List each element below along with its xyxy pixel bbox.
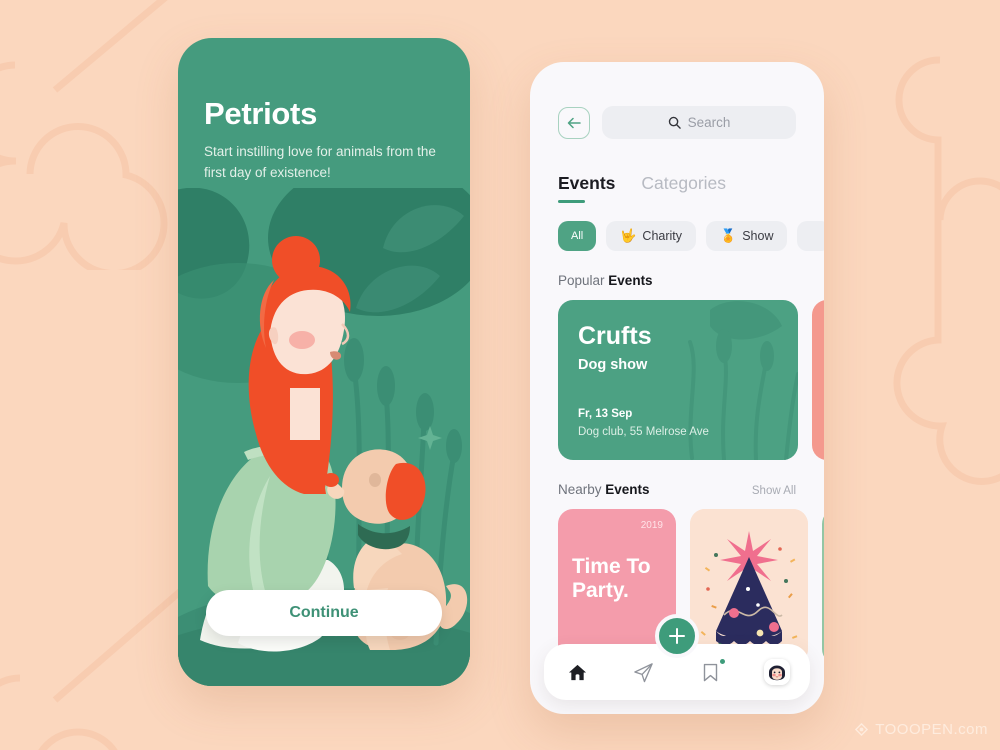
event-card-location: Dog club, 55 Melrose Ave: [578, 426, 709, 438]
event-card-crufts[interactable]: Crufts Dog show Fr, 13 Sep Dog club, 55 …: [558, 300, 798, 460]
nearby-section-title: Nearby Events: [558, 482, 650, 497]
event-card-title: Crufts: [578, 322, 652, 350]
christmas-tree-icon: [690, 509, 808, 664]
nearby-title-bold: Events: [605, 482, 650, 497]
home-icon: [568, 664, 586, 680]
watermark-text: TOOOPEN.com: [875, 721, 988, 738]
show-all-link[interactable]: Show All: [752, 485, 796, 497]
page-title: Petriots: [204, 96, 318, 131]
filter-chip-all[interactable]: All: [558, 221, 597, 251]
arrow-left-icon: [567, 117, 581, 128]
nearby-section-header: Nearby Events Show All: [558, 482, 796, 497]
hand-emoji-icon: 🤟: [620, 228, 637, 243]
nearby-card-year: 2019: [640, 520, 663, 531]
search-icon: [668, 116, 681, 129]
event-card-next-peek[interactable]: [812, 300, 824, 460]
popular-title-light: Popular: [558, 273, 609, 288]
nav-item-bookmark[interactable]: [693, 655, 727, 689]
onboarding-header: Petriots Start instilling love for anima…: [204, 96, 450, 184]
nav-item-profile[interactable]: [760, 655, 794, 689]
send-icon: [634, 662, 654, 682]
tab-categories[interactable]: Categories: [641, 173, 726, 203]
events-phone: Search Events Categories All 🤟 Charity 🏅…: [530, 62, 824, 714]
search-placeholder: Search: [687, 115, 731, 130]
avatar-icon: [763, 659, 790, 685]
popular-section-header: Popular Events: [558, 273, 796, 288]
bookmark-badge-dot: [720, 659, 726, 664]
medal-emoji-icon: 🏅: [720, 228, 737, 243]
nearby-card-next-peek[interactable]: [822, 509, 824, 664]
popular-title-bold: Events: [608, 273, 653, 288]
tab-bar: Events Categories: [558, 173, 796, 203]
filter-chip-partial[interactable]: [797, 221, 824, 251]
filter-chip-show-label: Show: [742, 229, 774, 243]
screenshot-canvas: Petriots Start instilling love for anima…: [0, 0, 1000, 750]
filter-chip-charity-label: Charity: [642, 229, 683, 243]
nearby-card-title-line2: Party.: [572, 578, 629, 602]
onboarding-phone: Petriots Start instilling love for anima…: [178, 38, 470, 686]
filter-chip-charity[interactable]: 🤟 Charity: [606, 221, 697, 251]
search-row: Search: [558, 106, 796, 139]
continue-button[interactable]: Continue: [206, 590, 442, 636]
nearby-card-tree[interactable]: [690, 509, 808, 664]
nav-item-send[interactable]: [627, 655, 661, 689]
onboarding-subtitle: Start instilling love for animals from t…: [204, 144, 436, 180]
popular-card-row: Crufts Dog show Fr, 13 Sep Dog club, 55 …: [558, 300, 824, 460]
filter-chip-list: All 🤟 Charity 🏅 Show: [558, 221, 824, 251]
tab-events[interactable]: Events: [558, 173, 615, 203]
watermark-logo-icon: [855, 722, 869, 737]
popular-section-title: Popular Events: [558, 273, 653, 288]
nearby-card-title: Time To Party.: [572, 555, 651, 602]
event-card-subtitle: Dog show: [578, 357, 648, 373]
add-event-fab[interactable]: [655, 614, 699, 658]
nav-item-home[interactable]: [560, 655, 594, 689]
filter-chip-show[interactable]: 🏅 Show: [706, 221, 788, 251]
events-content: Search Events Categories All 🤟 Charity 🏅…: [530, 62, 824, 664]
search-input[interactable]: Search: [602, 106, 796, 139]
nearby-title-light: Nearby: [558, 482, 606, 497]
avatar: [763, 659, 790, 685]
watermark: TOOOPEN.com: [854, 721, 988, 738]
back-button[interactable]: [558, 106, 590, 139]
filter-chip-all-label: All: [571, 230, 584, 242]
nearby-card-title-line1: Time To: [572, 555, 651, 578]
bookmark-icon: [703, 663, 717, 681]
event-card-date: Fr, 13 Sep: [578, 408, 633, 420]
